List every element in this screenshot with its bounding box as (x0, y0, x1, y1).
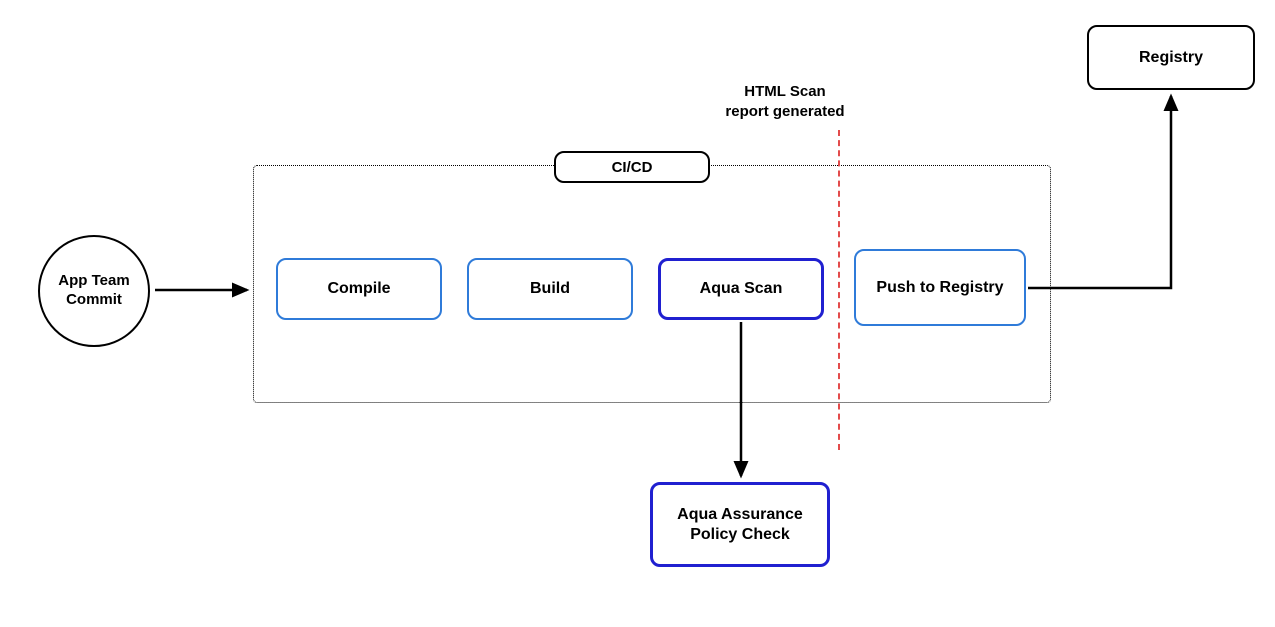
build-label: Build (530, 279, 570, 299)
node-build: Build (467, 258, 633, 320)
scan-boundary-line (838, 130, 840, 450)
compile-label: Compile (327, 279, 390, 299)
annotation-html-scan-text: HTML Scan report generated (725, 83, 844, 120)
push-registry-label: Push to Registry (876, 278, 1003, 298)
node-compile: Compile (276, 258, 442, 320)
node-policy-check: Aqua Assurance Policy Check (650, 482, 830, 567)
diagram-canvas: CI/CD App Team Commit Compile Build Aqua… (0, 0, 1275, 627)
node-aqua-scan: Aqua Scan (658, 258, 824, 320)
app-team-commit-label: App Team Commit (58, 272, 129, 310)
aqua-scan-label: Aqua Scan (700, 279, 783, 299)
node-push-registry: Push to Registry (854, 249, 1026, 326)
node-registry: Registry (1087, 25, 1255, 90)
cicd-label-box: CI/CD (554, 151, 710, 183)
node-app-team-commit: App Team Commit (38, 235, 150, 347)
cicd-label-text: CI/CD (612, 159, 653, 176)
policy-check-label: Aqua Assurance Policy Check (677, 505, 803, 545)
annotation-html-scan: HTML Scan report generated (700, 82, 870, 121)
registry-label: Registry (1139, 48, 1203, 68)
